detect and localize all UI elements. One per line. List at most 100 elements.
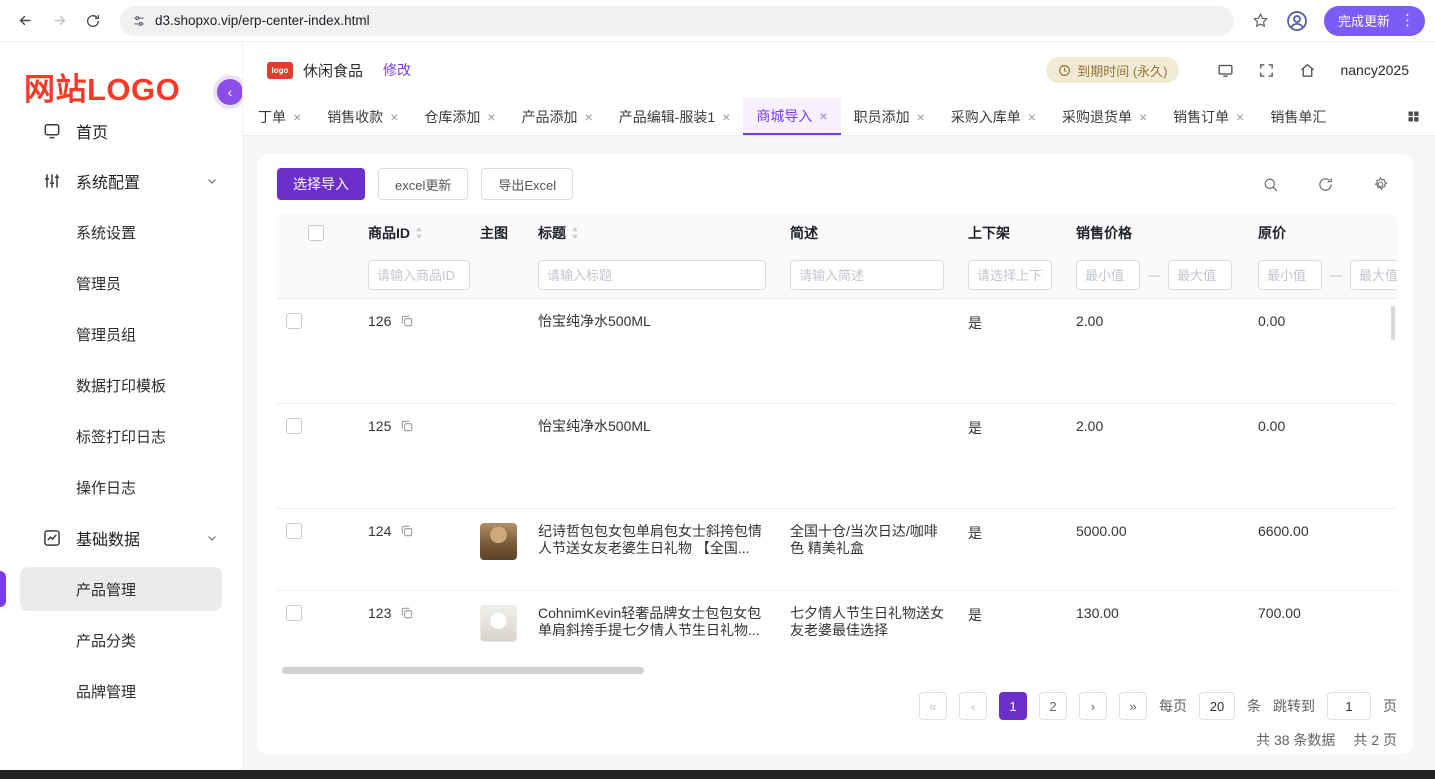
update-button[interactable]: 完成更新 ⋮	[1323, 5, 1425, 36]
copy-icon[interactable]	[400, 606, 414, 620]
tab-purchase-return[interactable]: 采购退货单 ×	[1049, 98, 1160, 135]
copy-icon[interactable]	[400, 524, 414, 538]
close-icon[interactable]: ×	[1139, 110, 1147, 124]
row-checkbox[interactable]	[286, 418, 302, 434]
description-filter-input[interactable]	[790, 260, 944, 290]
tab-staff-add[interactable]: 职员添加 ×	[841, 98, 938, 135]
pagination: « ‹ 1 2 › » 每页 条 跳转到 页	[257, 676, 1413, 720]
sort-icon[interactable]	[571, 227, 579, 239]
select-import-button[interactable]: 选择导入	[277, 168, 365, 200]
original-price-value: 700.00	[1258, 605, 1301, 621]
edit-store-link[interactable]: 修改	[383, 60, 411, 80]
tab-order[interactable]: 丁单 ×	[245, 98, 314, 135]
sidebar-item-label: 系统设置	[76, 224, 137, 242]
page-button-2[interactable]: 2	[1039, 692, 1067, 720]
gear-icon[interactable]	[1372, 176, 1389, 193]
sale-price-min-input[interactable]	[1076, 260, 1140, 290]
tab-sales-order[interactable]: 销售订单 ×	[1160, 98, 1257, 135]
original-price-min-input[interactable]	[1258, 260, 1322, 290]
close-icon[interactable]: ×	[819, 109, 827, 123]
close-icon[interactable]: ×	[585, 110, 593, 124]
search-icon[interactable]	[1262, 176, 1279, 193]
row-checkbox[interactable]	[286, 605, 302, 621]
close-icon[interactable]: ×	[917, 110, 925, 124]
product-image[interactable]	[480, 523, 517, 560]
on-sale-value: 是	[968, 420, 982, 436]
sidebar-item-base-data[interactable]: 基础数据	[20, 516, 222, 560]
sidebar-item-admin-groups[interactable]: 管理员组	[20, 312, 222, 356]
sidebar-item-admins[interactable]: 管理员	[20, 261, 222, 305]
product-id-filter-input[interactable]	[368, 260, 470, 290]
kebab-menu-icon[interactable]: ⋮	[1398, 13, 1417, 28]
browser-refresh-button[interactable]	[78, 6, 108, 36]
sidebar-collapse-button[interactable]: ‹	[217, 79, 242, 105]
sidebar-item-print-templates[interactable]: 数据打印模板	[20, 363, 222, 407]
tab-label: 丁单	[258, 108, 286, 125]
header-right: 到期时间 (永久) nancy2025	[1046, 57, 1409, 83]
home-icon[interactable]	[1299, 62, 1316, 79]
close-icon[interactable]: ×	[293, 110, 301, 124]
browser-back-button[interactable]	[10, 6, 40, 36]
back-arrow-icon	[19, 15, 30, 26]
close-icon[interactable]: ×	[390, 110, 398, 124]
sidebar-item-operation-log[interactable]: 操作日志	[20, 465, 222, 509]
jump-page-input[interactable]	[1327, 692, 1371, 720]
horizontal-scrollbar[interactable]	[282, 667, 644, 674]
sort-icon[interactable]	[415, 227, 423, 239]
sidebar-item-label: 管理员	[76, 275, 122, 293]
close-icon[interactable]: ×	[722, 110, 730, 124]
prev-page-button[interactable]: ‹	[959, 692, 987, 720]
sidebar-item-product-management[interactable]: 产品管理	[0, 567, 222, 611]
original-price-value: 0.00	[1258, 418, 1286, 434]
on-sale-filter-select[interactable]	[968, 260, 1052, 290]
sidebar-item-home[interactable]: 首页	[20, 115, 222, 153]
sidebar-item-system-config[interactable]: 系统配置	[20, 159, 222, 203]
sale-price-max-input[interactable]	[1168, 260, 1232, 290]
copy-icon[interactable]	[400, 419, 414, 433]
close-icon[interactable]: ×	[1028, 110, 1036, 124]
next-page-button[interactable]: ›	[1079, 692, 1107, 720]
sidebar-item-product-categories[interactable]: 产品分类	[20, 618, 222, 662]
site-settings-icon[interactable]	[132, 14, 146, 28]
tab-label: 销售订单	[1173, 108, 1230, 125]
close-icon[interactable]: ×	[487, 110, 495, 124]
per-page-input[interactable]	[1199, 692, 1235, 720]
monitor-icon[interactable]	[1217, 62, 1234, 79]
bookmark-star-icon[interactable]	[1246, 12, 1276, 29]
column-header-title[interactable]: 标题	[528, 223, 780, 243]
page-button-1[interactable]: 1	[999, 692, 1027, 720]
tab-list-grid-icon[interactable]	[1402, 105, 1425, 128]
username[interactable]: nancy2025	[1340, 62, 1409, 78]
tab-product-add[interactable]: 产品添加 ×	[509, 98, 606, 135]
title-filter-input[interactable]	[538, 260, 766, 290]
profile-avatar-icon[interactable]	[1280, 9, 1314, 33]
product-image[interactable]	[480, 605, 517, 642]
tab-warehouse-add[interactable]: 仓库添加 ×	[411, 98, 508, 135]
sidebar-item-system-settings[interactable]: 系统设置	[20, 210, 222, 254]
tab-purchase-inbound[interactable]: 采购入库单 ×	[938, 98, 1049, 135]
sidebar-item-label-print-log[interactable]: 标签打印日志	[20, 414, 222, 458]
close-icon[interactable]: ×	[1236, 110, 1244, 124]
vertical-scrollbar[interactable]	[1391, 306, 1395, 340]
sidebar-item-label: 品牌管理	[76, 683, 137, 701]
export-excel-button[interactable]: 导出Excel	[481, 168, 574, 200]
tab-sales-summary[interactable]: 销售单汇	[1257, 98, 1339, 135]
address-bar[interactable]: d3.shopxo.vip/erp-center-index.html	[120, 5, 1234, 36]
refresh-icon[interactable]	[1317, 176, 1334, 193]
sidebar-item-brand-management[interactable]: 品牌管理	[20, 669, 222, 713]
row-checkbox[interactable]	[286, 523, 302, 539]
column-header-product-id[interactable]: 商品ID	[358, 223, 470, 243]
original-price-max-input[interactable]	[1350, 260, 1397, 290]
tab-sales-receipt[interactable]: 销售收款 ×	[314, 98, 411, 135]
per-page-unit-label: 条	[1247, 698, 1261, 714]
tab-mall-import[interactable]: 商城导入 ×	[743, 98, 841, 135]
first-page-button[interactable]: «	[919, 692, 947, 720]
browser-forward-button[interactable]	[44, 6, 74, 36]
last-page-button[interactable]: »	[1119, 692, 1147, 720]
copy-icon[interactable]	[400, 314, 414, 328]
select-all-checkbox[interactable]	[308, 225, 324, 241]
row-checkbox[interactable]	[286, 313, 302, 329]
tab-product-edit[interactable]: 产品编辑-服装1 ×	[606, 98, 744, 135]
fullscreen-icon[interactable]	[1258, 62, 1275, 79]
excel-update-button[interactable]: excel更新	[378, 168, 469, 200]
